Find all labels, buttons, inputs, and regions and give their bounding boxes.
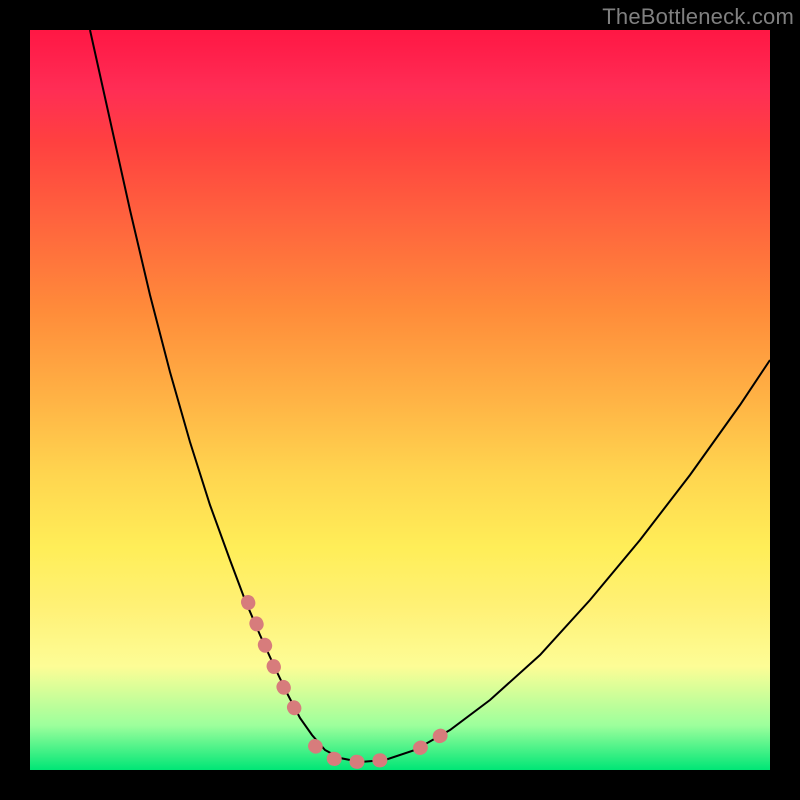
series-bottleneck-curve xyxy=(90,30,770,762)
plot-area xyxy=(30,30,770,770)
series-highlight-segment-left xyxy=(248,602,304,726)
chart-outer: TheBottleneck.com xyxy=(0,0,800,800)
curve-svg xyxy=(30,30,770,770)
series-highlight-segment-right xyxy=(420,730,450,748)
series-highlight-segment-bottom xyxy=(315,746,390,762)
watermark-text: TheBottleneck.com xyxy=(602,4,794,30)
